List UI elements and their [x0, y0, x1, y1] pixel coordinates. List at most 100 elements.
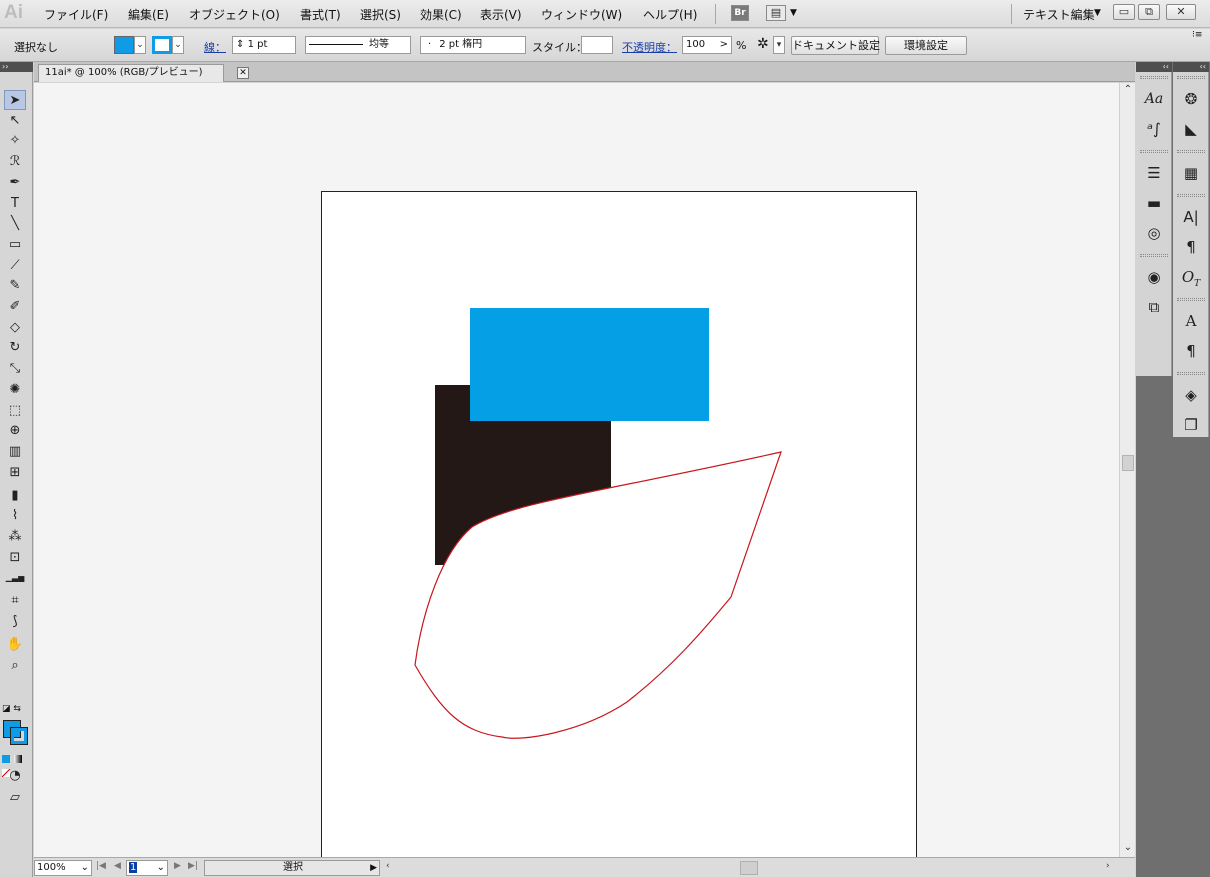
- slice-tool-icon[interactable]: ⟆: [4, 612, 26, 632]
- swatches-icon[interactable]: ◣: [1179, 118, 1203, 140]
- symbol-sprayer-tool-icon[interactable]: ⊡: [4, 548, 26, 568]
- previous-artboard-icon[interactable]: ◀: [114, 861, 121, 871]
- chevron-down-icon[interactable]: ▼: [1094, 8, 1101, 18]
- vertical-scroll-thumb[interactable]: [1122, 455, 1134, 471]
- close-button[interactable]: ✕: [1166, 4, 1196, 20]
- recolor-artwork-icon[interactable]: ✲: [757, 36, 769, 52]
- panel-collapse-icon[interactable]: ››: [0, 62, 33, 72]
- vertical-scrollbar[interactable]: ⌃ ⌄: [1119, 83, 1135, 857]
- variable-width-profile-select[interactable]: 均等: [305, 36, 411, 54]
- menu-help[interactable]: ヘルプ(H): [643, 6, 697, 23]
- panel-grip[interactable]: [1177, 372, 1205, 375]
- stroke-panel-icon[interactable]: ☰: [1142, 162, 1166, 184]
- canvas-area[interactable]: [34, 83, 1119, 857]
- chevron-down-icon[interactable]: ⌄: [172, 36, 184, 54]
- panel-collapse-icon[interactable]: ‹‹: [1173, 62, 1209, 72]
- perspective-grid-tool-icon[interactable]: ▥: [4, 442, 26, 462]
- draw-mode-icon[interactable]: ◔: [4, 766, 26, 786]
- color-mode-icons[interactable]: [2, 752, 30, 777]
- stroke-indicator[interactable]: [10, 727, 28, 745]
- preferences-button[interactable]: 環境設定: [885, 36, 967, 55]
- status-menu[interactable]: 選択 ▶: [204, 860, 380, 876]
- blend-tool-icon[interactable]: ⁂: [4, 527, 26, 547]
- rectangle-tool-icon[interactable]: ▭: [4, 235, 26, 255]
- table-grid-icon[interactable]: ▦: [1179, 162, 1203, 184]
- scroll-up-icon[interactable]: ⌃: [1120, 83, 1136, 97]
- menu-effect[interactable]: 効果(C): [420, 6, 462, 23]
- document-setup-button[interactable]: ドキュメント設定: [791, 36, 880, 55]
- pencil-tool-icon[interactable]: ✎: [4, 276, 26, 296]
- graphic-style-select[interactable]: [581, 36, 613, 54]
- zoom-tool-icon[interactable]: ⌕: [4, 656, 26, 676]
- menu-select[interactable]: 選択(S): [360, 6, 401, 23]
- transparency-icon[interactable]: ◎: [1142, 222, 1166, 244]
- default-colors-icon[interactable]: ◪ ⇆: [2, 704, 30, 716]
- scale-tool-icon[interactable]: ⤡: [4, 359, 26, 379]
- close-icon[interactable]: ✕: [237, 67, 249, 79]
- paintbrush-tool-icon[interactable]: ⟋: [4, 256, 26, 276]
- scroll-left-icon[interactable]: ‹: [386, 861, 390, 871]
- panel-grip[interactable]: [1177, 76, 1205, 79]
- screen-mode-icon[interactable]: ▱: [4, 788, 26, 808]
- paragraph-icon[interactable]: ¶: [1179, 236, 1203, 258]
- last-artboard-icon[interactable]: ▶|: [188, 861, 198, 871]
- artboard[interactable]: [321, 191, 917, 857]
- panel-grip[interactable]: [1140, 150, 1168, 153]
- panel-grip[interactable]: [1177, 150, 1205, 153]
- chevron-down-icon[interactable]: ▾: [773, 36, 785, 54]
- color-icon[interactable]: [2, 755, 10, 763]
- triangle-right-icon[interactable]: ▶: [370, 861, 377, 875]
- eyedropper-tool-icon[interactable]: ⌇: [4, 506, 26, 526]
- color-guide-icon[interactable]: ❂: [1179, 88, 1203, 110]
- character-icon[interactable]: A|: [1179, 206, 1203, 228]
- gradient-tool-icon[interactable]: ▮: [4, 486, 26, 506]
- scroll-down-icon[interactable]: ⌄: [1120, 841, 1136, 855]
- selection-tool-icon[interactable]: ➤: [4, 90, 26, 110]
- type-tool-icon[interactable]: T: [4, 194, 26, 214]
- scroll-right-icon[interactable]: ›: [1106, 861, 1110, 871]
- menu-type[interactable]: 書式(T): [300, 6, 341, 23]
- minimize-button[interactable]: ▭: [1113, 4, 1135, 20]
- stroke-color-swatch[interactable]: [152, 36, 172, 54]
- first-artboard-icon[interactable]: |◀: [96, 861, 106, 871]
- appearance-icon[interactable]: ◉: [1142, 266, 1166, 288]
- next-artboard-icon[interactable]: ▶: [174, 861, 181, 871]
- blue-rectangle[interactable]: [470, 308, 709, 421]
- opacity-input[interactable]: 100 >: [682, 36, 732, 54]
- artboard-number-select[interactable]: 1 ⌄: [126, 860, 168, 876]
- arrange-documents-icon[interactable]: ▤: [766, 5, 786, 21]
- opentype-icon[interactable]: OT: [1179, 266, 1203, 289]
- graphic-styles-icon[interactable]: ⧉: [1142, 296, 1166, 318]
- restore-button[interactable]: ⧉: [1138, 4, 1160, 20]
- glyphs-icon[interactable]: ᵃ∫: [1142, 118, 1166, 140]
- pen-tool-icon[interactable]: ✒: [4, 173, 26, 193]
- hand-tool-icon[interactable]: ✋: [4, 635, 26, 655]
- magic-wand-tool-icon[interactable]: ✧: [4, 131, 26, 151]
- workspace-switcher[interactable]: テキスト編集: [1023, 6, 1095, 23]
- panel-grip[interactable]: [1177, 194, 1205, 197]
- opacity-panel-link[interactable]: 不透明度：: [622, 39, 677, 55]
- menu-window[interactable]: ウィンドウ(W): [541, 6, 622, 23]
- paragraph-styles-icon[interactable]: ¶: [1179, 340, 1203, 362]
- zoom-select[interactable]: 100% ⌄: [34, 860, 92, 876]
- menu-view[interactable]: 表示(V): [480, 6, 522, 23]
- panel-grip[interactable]: [1140, 76, 1168, 79]
- horizontal-scroll-thumb[interactable]: [740, 861, 758, 875]
- shape-builder-tool-icon[interactable]: ⊕: [4, 421, 26, 441]
- free-transform-tool-icon[interactable]: ⬚: [4, 401, 26, 421]
- artboard-tool-icon[interactable]: ⌗: [4, 591, 26, 611]
- panel-collapse-icon[interactable]: ‹‹: [1136, 62, 1172, 72]
- gradient-icon[interactable]: [13, 755, 22, 763]
- document-tab[interactable]: 11ai* @ 100% (RGB/プレビュー): [38, 64, 224, 82]
- artboards-icon[interactable]: ❐: [1179, 414, 1203, 436]
- rotate-tool-icon[interactable]: ↻: [4, 338, 26, 358]
- lasso-tool-icon[interactable]: ℛ: [4, 152, 26, 172]
- chevron-down-icon[interactable]: ⌄: [134, 36, 146, 54]
- character-styles-icon[interactable]: A: [1179, 310, 1203, 332]
- panel-grip[interactable]: [1177, 298, 1205, 301]
- stroke-weight-field[interactable]: ⇕ 1 pt: [232, 36, 296, 54]
- warp-tool-icon[interactable]: ✺: [4, 380, 26, 400]
- fill-color-swatch[interactable]: [114, 36, 134, 54]
- panel-grip[interactable]: [1140, 254, 1168, 257]
- menu-edit[interactable]: 編集(E): [128, 6, 169, 23]
